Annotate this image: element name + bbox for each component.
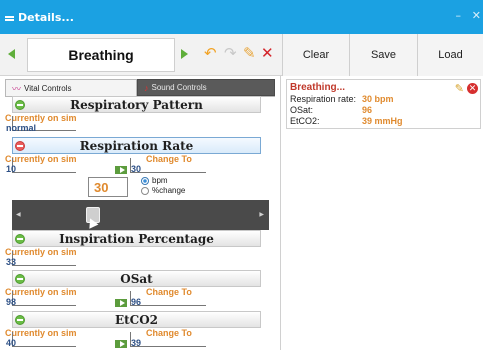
tab-strip: 〰 Vital Controls ♪ Sound Controls: [5, 79, 275, 97]
scenario-summary-card[interactable]: Breathing... ✎ ✕ Respiration rate: 30 bp…: [286, 79, 481, 129]
sound-icon: ♪: [144, 82, 149, 93]
scenario-name-field[interactable]: Breathing: [27, 38, 175, 72]
expand-icon[interactable]: [15, 100, 25, 110]
current-value: 40: [6, 338, 17, 348]
remove-circle-icon[interactable]: ✕: [467, 83, 478, 94]
collapse-icon[interactable]: [15, 141, 25, 151]
summary-row-value: 39 mmHg: [362, 116, 403, 126]
change-value-box: [130, 332, 206, 347]
summary-row-value: 96: [362, 105, 373, 115]
change-value: 96: [131, 297, 142, 307]
section-osat[interactable]: OSat: [12, 270, 261, 287]
clear-selection-icon[interactable]: ✎: [243, 45, 256, 61]
change-value-box: [130, 291, 206, 306]
minimize-button[interactable]: –: [456, 9, 462, 22]
unit-bpm-radio[interactable]: [141, 177, 149, 185]
change-value-box: [130, 158, 206, 173]
tab-vital-label: Vital Controls: [24, 83, 72, 93]
summary-panel: Breathing... ✎ ✕ Respiration rate: 30 bp…: [282, 76, 483, 350]
heartbeat-icon: 〰: [12, 83, 22, 94]
unit-percent-radio[interactable]: [141, 187, 149, 195]
expand-icon[interactable]: [15, 315, 25, 325]
summary-row-label: EtCO2:: [290, 116, 320, 126]
section-title: OSat: [120, 271, 153, 286]
current-value: 33: [6, 257, 17, 267]
current-value: 10: [6, 164, 17, 174]
section-respiratory-pattern[interactable]: Respiratory Pattern: [12, 96, 261, 113]
window-title: Details...: [18, 10, 74, 24]
undo-icon[interactable]: ↶: [204, 45, 217, 61]
tab-sound-controls[interactable]: ♪ Sound Controls: [137, 79, 275, 96]
change-value: 30: [131, 164, 142, 174]
summary-row-label: Respiration rate:: [290, 94, 357, 104]
back-arrow-icon[interactable]: [8, 49, 15, 59]
tab-sound-label: Sound Controls: [151, 83, 207, 92]
delete-icon[interactable]: ✕: [261, 45, 274, 61]
section-etco2[interactable]: EtCO2: [12, 311, 261, 328]
change-value: 39: [131, 338, 142, 348]
current-value: normal: [6, 123, 37, 133]
current-value-box: [12, 251, 76, 266]
slider-left-arrow-icon[interactable]: ◀: [16, 211, 21, 218]
edit-pencil-icon[interactable]: ✎: [455, 82, 464, 95]
apply-arrow-icon[interactable]: [115, 166, 127, 174]
section-inspiration-percentage[interactable]: Inspiration Percentage: [12, 230, 261, 247]
tab-vital-controls[interactable]: 〰 Vital Controls: [5, 79, 137, 96]
apply-arrow-icon[interactable]: [115, 299, 127, 307]
app-menu-icon[interactable]: [5, 15, 14, 21]
current-value: 98: [6, 297, 17, 307]
controls-panel: 〰 Vital Controls ♪ Sound Controls Respir…: [0, 76, 281, 350]
slider-right-arrow-icon[interactable]: ▶: [259, 211, 264, 218]
section-respiration-rate[interactable]: Respiration Rate: [12, 137, 261, 154]
summary-row-label: OSat:: [290, 105, 314, 115]
clear-button[interactable]: Clear: [282, 34, 349, 76]
expand-icon[interactable]: [15, 234, 25, 244]
title-bar: Details... – ✕: [0, 0, 483, 34]
unit-percent-label: %change: [152, 186, 186, 195]
current-value-box: [12, 158, 76, 173]
current-value-box: [12, 291, 76, 306]
section-title: EtCO2: [114, 312, 159, 327]
section-title: Respiratory Pattern: [70, 97, 203, 112]
rate-value-input[interactable]: 30: [88, 177, 128, 197]
close-window-button[interactable]: ✕: [472, 9, 481, 22]
forward-arrow-icon[interactable]: [181, 49, 188, 59]
expand-icon[interactable]: [15, 274, 25, 284]
section-title: Inspiration Percentage: [59, 231, 214, 246]
summary-title: Breathing...: [290, 82, 346, 93]
summary-row-value: 30 bpm: [362, 94, 394, 104]
section-title: Respiration Rate: [79, 138, 194, 153]
save-button[interactable]: Save: [349, 34, 417, 76]
apply-arrow-icon[interactable]: [115, 340, 127, 348]
rate-slider[interactable]: ◀ ▶: [12, 200, 269, 230]
redo-icon[interactable]: ↷: [224, 45, 237, 61]
current-value-box: [12, 332, 76, 347]
load-button[interactable]: Load: [417, 34, 483, 76]
unit-bpm-label: bpm: [152, 176, 168, 185]
